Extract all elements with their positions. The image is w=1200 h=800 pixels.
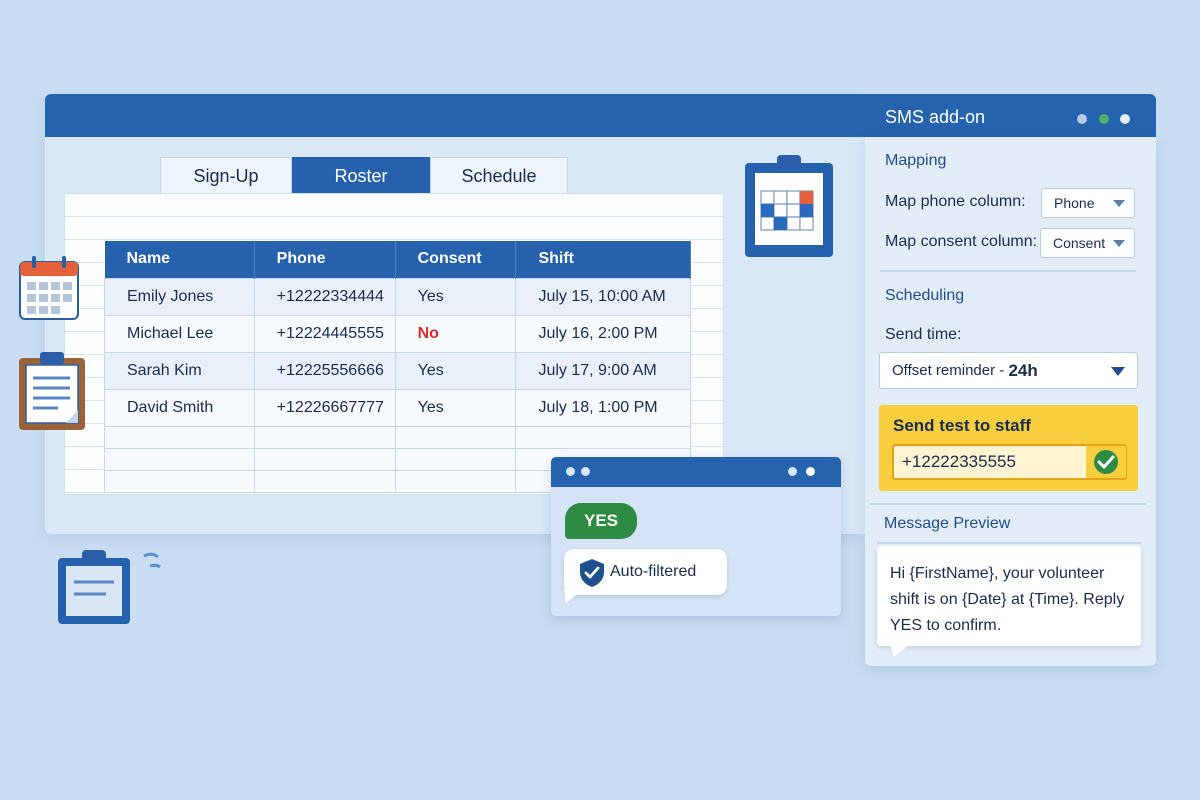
empty-cell[interactable] [394, 469, 517, 493]
reply-yes-bubble: YES [565, 503, 637, 539]
reply-text: YES [583, 511, 619, 530]
cell-phone[interactable]: +12224445555 [253, 314, 396, 353]
bubble-tail-icon [890, 644, 910, 658]
table-row[interactable]: Michael Lee +12224445555 No July 16, 2:0… [104, 314, 691, 353]
divider [870, 503, 1146, 505]
cell-name[interactable]: David Smith [104, 388, 255, 427]
empty-cell[interactable] [253, 469, 396, 493]
empty-cell[interactable] [253, 425, 396, 449]
shield-check-icon [578, 558, 606, 588]
window-dots-icon[interactable] [1077, 114, 1087, 124]
send-time-prefix: Offset reminder - [892, 362, 1009, 379]
map-phone-label: Map phone column: [885, 193, 1026, 210]
clipboard-icon [18, 350, 86, 432]
empty-cell[interactable] [515, 425, 691, 449]
window-dots-icon[interactable] [1099, 114, 1109, 124]
calendar-icon [19, 254, 79, 320]
empty-row[interactable] [104, 425, 691, 449]
table-header-row: Name Phone Consent Shift [104, 241, 691, 278]
table-row[interactable]: David Smith +12226667777 Yes July 18, 1:… [104, 388, 691, 427]
scheduling-section-title: Scheduling [885, 287, 965, 304]
window-dots-icon[interactable] [566, 467, 575, 476]
cell-name[interactable]: Sarah Kim [104, 351, 255, 390]
check-circle-icon[interactable] [1086, 446, 1126, 478]
roster-table: Name Phone Consent Shift Emily Jones +12… [104, 241, 691, 493]
cell-shift[interactable]: July 17, 9:00 AM [515, 351, 691, 390]
cell-consent[interactable]: Yes [394, 277, 517, 316]
empty-cell[interactable] [104, 447, 255, 471]
empty-cell[interactable] [394, 425, 517, 449]
empty-cell[interactable] [104, 425, 255, 449]
send-test-button[interactable]: Send test to staff [893, 416, 1031, 436]
cell-shift[interactable]: July 18, 1:00 PM [515, 388, 691, 427]
window-dots-icon[interactable] [788, 467, 797, 476]
phone-column-value: Phone [1054, 195, 1095, 211]
cell-name[interactable]: Emily Jones [104, 277, 255, 316]
map-consent-label: Map consent column: [885, 233, 1038, 250]
column-header-name[interactable]: Name [104, 241, 255, 278]
auto-filtered-text: Auto-filtered [610, 563, 697, 580]
clipboard-icon [56, 548, 168, 626]
test-phone-value: +12222335555 [902, 452, 1016, 471]
clipboard-calendar-icon [743, 153, 835, 259]
phone-column-select[interactable]: Phone [1041, 188, 1135, 218]
empty-cell[interactable] [253, 447, 396, 471]
empty-cell[interactable] [394, 447, 517, 471]
cell-phone[interactable]: +12225556666 [253, 351, 396, 390]
panel-title: SMS add-on [885, 107, 986, 127]
chat-titlebar [551, 457, 841, 487]
column-header-consent[interactable]: Consent [395, 241, 517, 278]
chevron-down-icon [1113, 240, 1125, 247]
column-header-shift[interactable]: Shift [515, 241, 691, 278]
consent-column-value: Consent [1053, 235, 1106, 251]
cell-consent[interactable]: Yes [394, 388, 517, 427]
bubble-tail-icon [564, 590, 582, 604]
table-row[interactable]: Sarah Kim +12225556666 Yes July 17, 9:00… [104, 351, 691, 390]
window-dots-icon[interactable] [1120, 114, 1130, 124]
send-time-label: Send time: [885, 326, 962, 343]
table-row[interactable]: Emily Jones +12222334444 Yes July 15, 10… [104, 277, 691, 316]
column-header-phone[interactable]: Phone [254, 241, 396, 278]
cell-shift[interactable]: July 16, 2:00 PM [515, 314, 691, 353]
divider [880, 270, 1136, 272]
mapping-section-title: Mapping [885, 152, 947, 169]
chevron-down-icon [1113, 200, 1125, 207]
send-time-value: 24h [1008, 360, 1038, 380]
window-dots-icon[interactable] [806, 467, 815, 476]
window-titlebar [45, 94, 1156, 137]
window-dots-icon[interactable] [581, 467, 590, 476]
chevron-down-icon [1111, 367, 1125, 376]
divider [877, 542, 1141, 544]
cell-consent[interactable]: No [394, 314, 517, 353]
tab-roster[interactable]: Roster [292, 157, 430, 195]
tab-sign-up[interactable]: Sign-Up [160, 157, 292, 195]
message-preview-text: Hi {FirstName}, your volunteer shift is … [890, 565, 1125, 634]
empty-cell[interactable] [104, 469, 255, 493]
preview-section-title: Message Preview [884, 515, 1011, 532]
cell-name[interactable]: Michael Lee [104, 314, 255, 353]
cell-phone[interactable]: +12226667777 [253, 388, 396, 427]
cell-consent[interactable]: Yes [394, 351, 517, 390]
cell-shift[interactable]: July 15, 10:00 AM [515, 277, 691, 316]
consent-column-select[interactable]: Consent [1040, 228, 1135, 258]
cell-phone[interactable]: +12222334444 [253, 277, 396, 316]
send-time-select[interactable]: Offset reminder - 24h [879, 352, 1138, 389]
tab-schedule[interactable]: Schedule [430, 157, 568, 195]
message-preview-bubble: Hi {FirstName}, your volunteer shift is … [877, 546, 1141, 646]
